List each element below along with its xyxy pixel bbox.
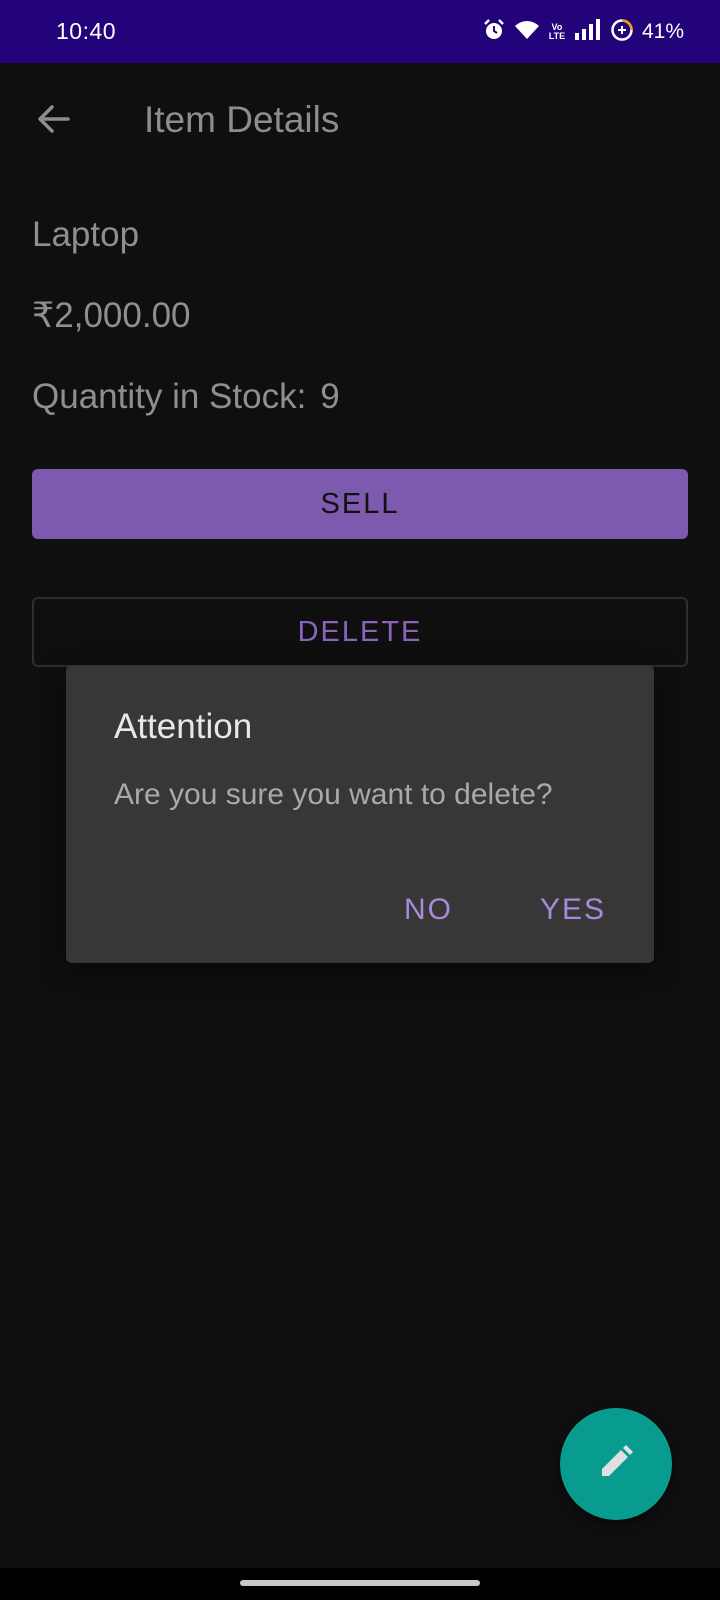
arrow-back-icon[interactable] (34, 99, 74, 139)
signal-icon (574, 18, 602, 46)
dialog-message: Are you sure you want to delete? (114, 778, 553, 811)
battery-saver-icon (610, 18, 634, 47)
page-title: Item Details (144, 99, 340, 140)
status-time: 10:40 (56, 18, 117, 44)
sell-button[interactable]: SELL (32, 469, 688, 539)
confirm-delete-dialog: Attention Are you sure you want to delet… (66, 665, 654, 963)
battery-percent: 41% (641, 20, 684, 43)
stock-label: Quantity in Stock: (32, 377, 307, 416)
stock-row: Quantity in Stock: 9 (32, 377, 340, 417)
status-bar: 10:40 Vo LTE 41% (0, 0, 720, 63)
navigation-bar (0, 1568, 720, 1600)
volte-bottom-text: LTE (548, 31, 566, 41)
dialog-yes-button[interactable]: YES (540, 893, 606, 927)
alarm-icon (482, 18, 506, 47)
stock-value: 9 (320, 377, 340, 416)
item-name: Laptop (32, 215, 140, 254)
dialog-title: Attention (114, 707, 253, 746)
delete-button[interactable]: DELETE (32, 597, 688, 667)
edit-fab-button[interactable] (560, 1408, 672, 1520)
dialog-no-button[interactable]: NO (404, 893, 453, 927)
wifi-icon (514, 19, 540, 46)
status-icons: Vo LTE 41% (482, 17, 684, 47)
app-content: Item Details Laptop ₹2,000.00 Quantity i… (0, 63, 720, 1568)
edit-pencil-icon (596, 1442, 636, 1487)
item-price: ₹2,000.00 (32, 296, 191, 335)
volte-icon: Vo LTE (548, 23, 566, 41)
home-gesture-handle[interactable] (240, 1580, 480, 1586)
